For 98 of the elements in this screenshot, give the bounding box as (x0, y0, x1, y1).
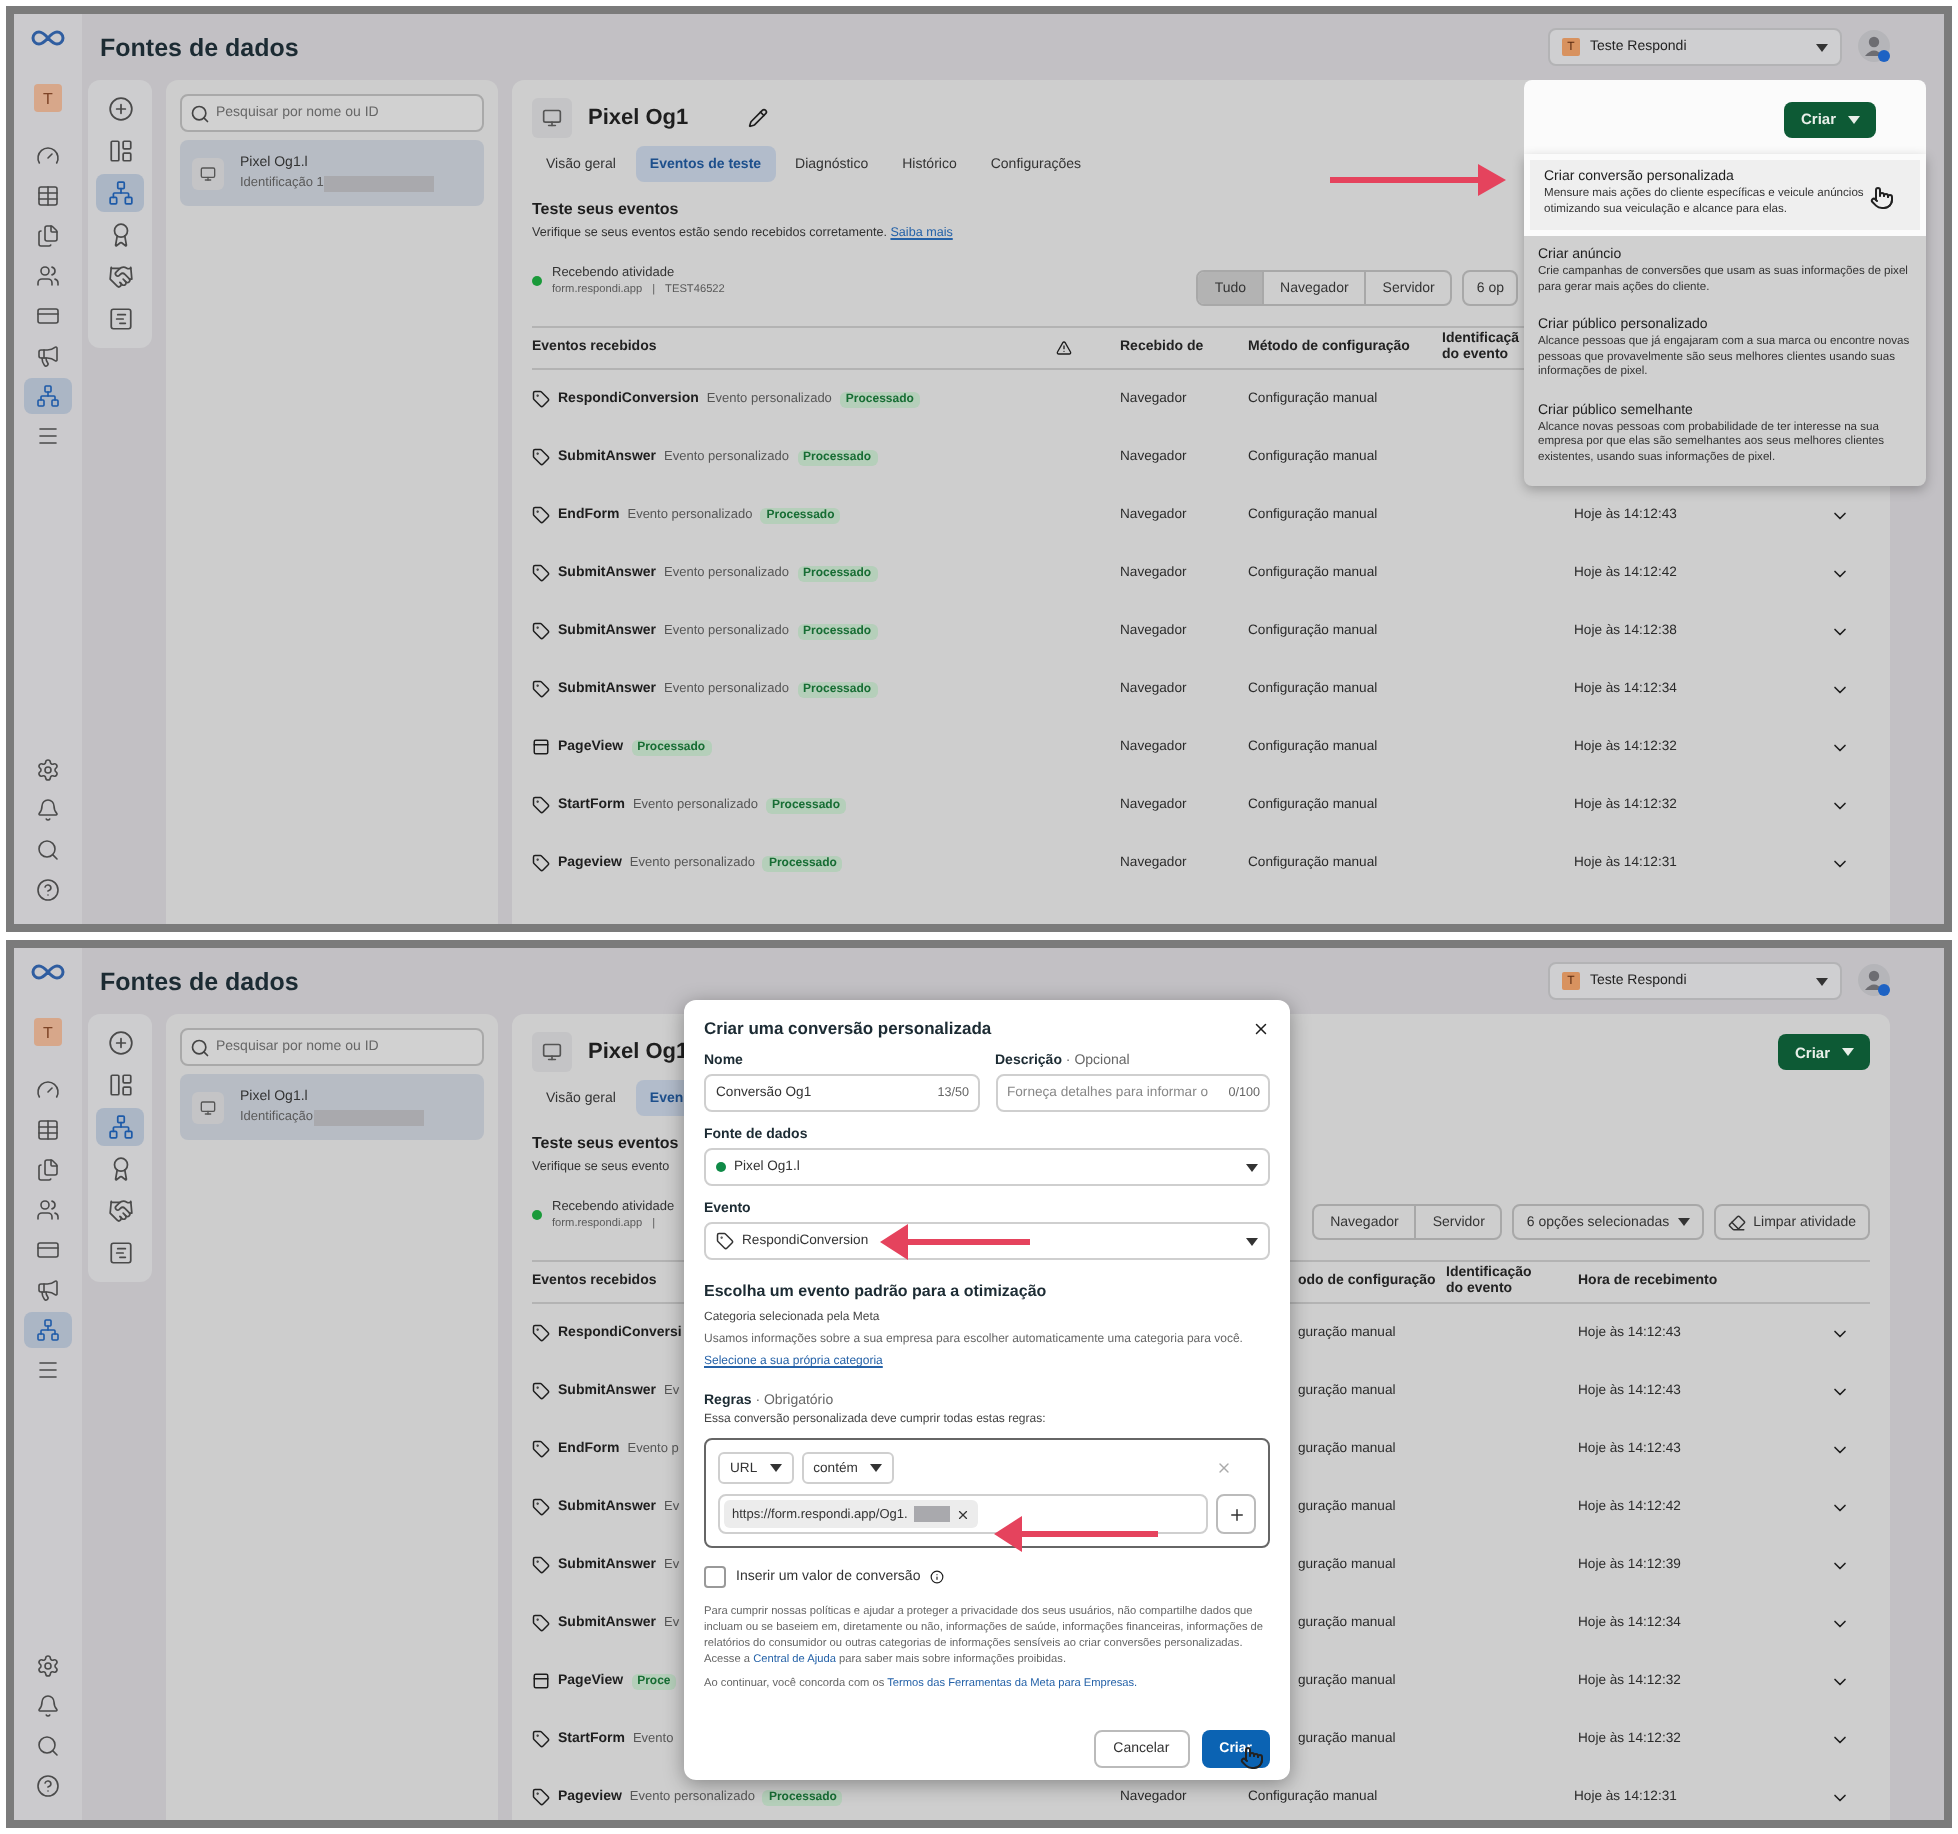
pencil-icon[interactable] (748, 108, 769, 128)
layout-icon (107, 1072, 133, 1098)
checkbox[interactable] (704, 1566, 726, 1588)
nav-button[interactable] (24, 1312, 72, 1348)
tool-button[interactable] (96, 1108, 144, 1146)
settings-icon (36, 758, 60, 782)
handshake-icon (107, 1198, 133, 1224)
caret-icon (1816, 977, 1828, 985)
rail-avatar[interactable]: T (34, 84, 62, 112)
tag-icon (532, 1498, 550, 1516)
tag-icon (532, 1324, 550, 1342)
megaphone-icon (36, 1278, 60, 1302)
add-button[interactable] (1216, 1494, 1256, 1534)
people-icon (36, 1198, 60, 1222)
search-icon (36, 838, 60, 862)
remove-icon[interactable] (955, 1507, 970, 1521)
warning-icon (1056, 340, 1072, 356)
people-icon (36, 264, 60, 288)
tag-icon (716, 1232, 734, 1250)
network-icon (36, 1318, 60, 1342)
bell-icon (36, 798, 60, 822)
caret-icon (1246, 1237, 1258, 1245)
monitor-icon (532, 98, 572, 138)
page-title: Fontes de dados (100, 33, 299, 61)
section-title: Teste seus eventos (532, 200, 681, 218)
profile-avatar-icon (1858, 964, 1892, 998)
card-icon (36, 1238, 60, 1262)
caret-icon (1677, 1218, 1690, 1226)
settings-icon (36, 1654, 60, 1678)
tag-icon (532, 1614, 550, 1632)
tool-button[interactable] (96, 174, 144, 212)
tag-icon (532, 506, 550, 524)
caret-icon (769, 1464, 782, 1472)
chart-icon (107, 306, 133, 332)
plus-icon (107, 96, 133, 122)
layout-icon (107, 138, 133, 164)
profile-avatar-icon (1858, 30, 1892, 64)
help-icon (36, 1774, 60, 1798)
handshake-icon (107, 264, 133, 290)
rail-avatar[interactable]: T (34, 1018, 62, 1046)
caret-icon (1848, 115, 1860, 123)
section-title: Escolha um evento padrão para a otimização (704, 1282, 1049, 1300)
tag-icon (532, 564, 550, 582)
tag-icon (532, 448, 550, 466)
caret-icon (1816, 43, 1828, 51)
hand-cursor-icon (1870, 186, 1894, 210)
caret-icon (1246, 1163, 1258, 1171)
monitor-icon (532, 1032, 572, 1072)
files-icon (36, 1158, 60, 1182)
monitor-icon (192, 157, 224, 189)
tag-icon (532, 1382, 550, 1400)
files-icon (36, 224, 60, 248)
dialog-title: Criar uma conversão personalizada (704, 1018, 992, 1038)
page-title: Fontes de dados (100, 967, 299, 995)
nav-button[interactable] (24, 378, 72, 414)
plus-icon (1227, 1505, 1245, 1523)
megaphone-icon (36, 344, 60, 368)
tag-icon (532, 390, 550, 408)
table-icon (36, 1118, 60, 1142)
gauge-icon (36, 144, 60, 168)
monitor-icon (192, 1091, 224, 1123)
chart-icon (107, 1240, 133, 1266)
tag-icon (532, 1440, 550, 1458)
tag-icon (532, 796, 550, 814)
tag-icon (532, 1788, 550, 1806)
close-icon[interactable] (1252, 1019, 1270, 1037)
status-dot (716, 1162, 726, 1172)
network-icon (107, 1114, 133, 1140)
redaction-bar (913, 1506, 950, 1522)
page-icon (532, 738, 550, 756)
menu-icon (36, 424, 60, 448)
tag-icon (532, 1556, 550, 1574)
bell-icon (36, 1694, 60, 1718)
menu-icon (36, 1358, 60, 1382)
info-icon (930, 1570, 945, 1584)
search-icon (190, 103, 210, 123)
gauge-icon (36, 1078, 60, 1102)
tag-icon (532, 622, 550, 640)
pixel-title: Pixel Og1 (588, 1040, 689, 1064)
network-icon (107, 180, 133, 206)
eraser-icon (1727, 1213, 1746, 1231)
search-icon (190, 1037, 210, 1057)
tag-icon (532, 680, 550, 698)
caret-icon (869, 1464, 882, 1472)
pixel-title: Pixel Og1 (588, 106, 689, 130)
card-icon (36, 304, 60, 328)
status-dot (532, 276, 542, 286)
search-icon (36, 1734, 60, 1758)
status-dot (532, 1210, 542, 1220)
caret-icon (1842, 1048, 1854, 1056)
section-title: Teste seus eventos (532, 1134, 681, 1152)
table-icon (36, 184, 60, 208)
tag-icon (532, 1730, 550, 1748)
page-icon (532, 1672, 550, 1690)
plus-icon (107, 1030, 133, 1056)
help-icon (36, 878, 60, 902)
network-icon (36, 384, 60, 408)
tag-icon (532, 854, 550, 872)
